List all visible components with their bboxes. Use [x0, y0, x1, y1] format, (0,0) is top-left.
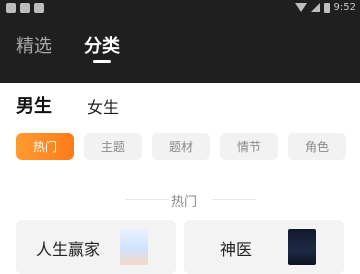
chip-theme[interactable]: 主题: [84, 133, 142, 160]
gender-tab-male[interactable]: 男生: [16, 92, 52, 118]
active-tab-indicator: [93, 60, 111, 63]
notification-icon: [34, 3, 44, 13]
notification-icon: [20, 3, 30, 13]
status-right: 9:52: [294, 2, 356, 13]
category-card-title: 神医: [220, 240, 253, 259]
top-navigation: 精选 分类: [0, 18, 360, 83]
battery-icon: [323, 2, 330, 13]
notification-icons: [6, 3, 44, 13]
category-card[interactable]: 神医: [184, 220, 344, 274]
section-title: 热门: [170, 195, 197, 210]
book-cover-image: [120, 229, 148, 265]
status-bar: 9:52: [0, 0, 360, 18]
wifi-icon: [294, 3, 307, 12]
section-header: 热门: [0, 189, 360, 210]
chip-character[interactable]: 角色: [288, 133, 346, 160]
chip-hot[interactable]: 热门: [16, 133, 74, 160]
notification-icon: [6, 3, 16, 13]
gender-tab-female[interactable]: 女生: [87, 94, 119, 118]
status-time: 9:52: [333, 2, 356, 13]
chip-subject[interactable]: 题材: [152, 133, 210, 160]
tab-categories[interactable]: 分类: [84, 32, 120, 58]
category-card-title: 人生赢家: [36, 240, 101, 259]
book-cover-image: [288, 229, 316, 265]
category-card[interactable]: 人生赢家: [16, 220, 176, 274]
tab-featured[interactable]: 精选: [16, 32, 52, 58]
signal-icon: [310, 3, 320, 12]
chip-plot[interactable]: 情节: [220, 133, 278, 160]
category-chip-row: 热门 主题 题材 情节 角色: [16, 133, 346, 160]
section-divider-right: [212, 199, 256, 200]
